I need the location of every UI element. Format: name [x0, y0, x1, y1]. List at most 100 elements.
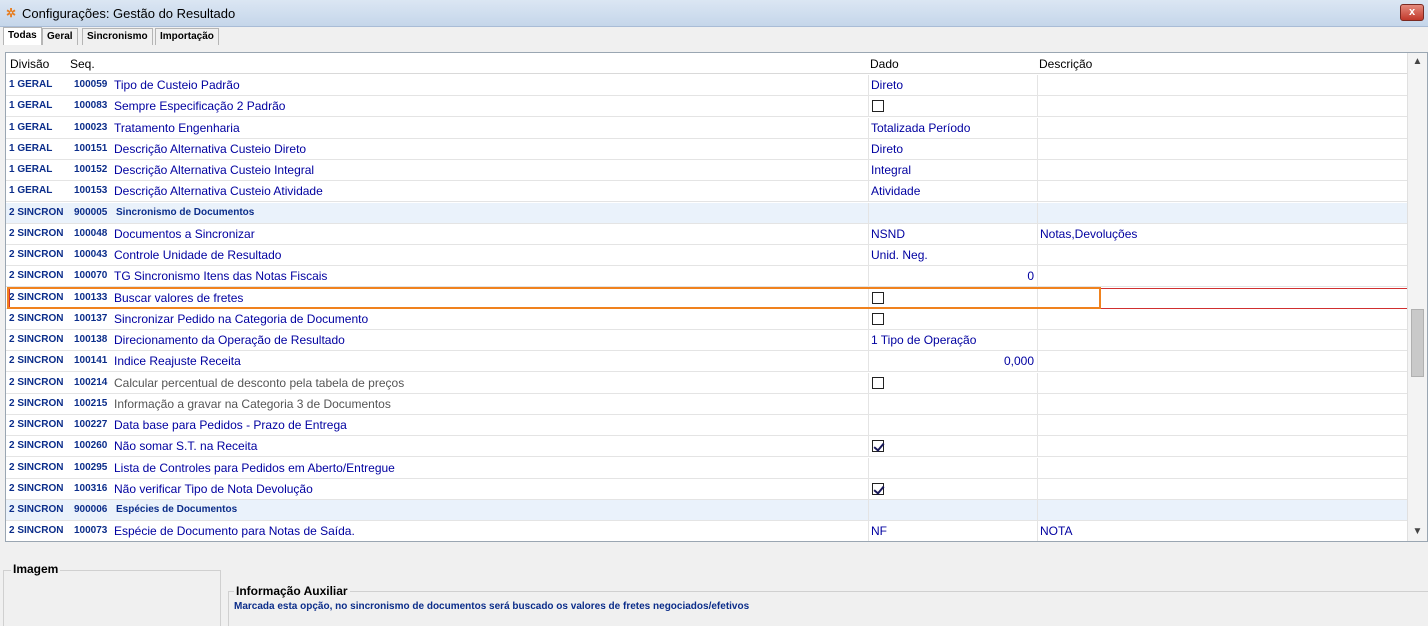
table-row[interactable]: 2 SINCRON 100073 Espécie de Documento para…	[6, 521, 1408, 541]
table-row[interactable]: 2 SINCRON 100260 Não somar S.T. na Receita	[6, 436, 1408, 457]
cell-dado[interactable]	[868, 288, 1037, 309]
cell-descricao2	[1037, 203, 1408, 224]
vertical-scrollbar[interactable]: ▲ ▼	[1407, 53, 1427, 541]
cell-dado[interactable]	[868, 96, 1037, 117]
tab-bar: Todas Geral Sincronismo Importação	[0, 27, 1428, 45]
tab-sincronismo[interactable]: Sincronismo	[82, 28, 153, 45]
table-row[interactable]: 2 SINCRON 100070 TG Sincronismo Itens das …	[6, 266, 1408, 287]
tab-importacao[interactable]: Importação	[155, 28, 219, 45]
cell-descricao: Tipo de Custeio Padrão	[114, 78, 240, 92]
dado-checkbox[interactable]	[872, 100, 884, 112]
cell-divisao: 2 SINCRON	[9, 292, 64, 303]
settings-grid: Divisão Seq. Dado Descrição 1 GERAL 10005…	[5, 52, 1428, 542]
close-button[interactable]: x	[1400, 4, 1424, 21]
table-row[interactable]: 2 SINCRON 100043 Controle Unidade de Resul…	[6, 245, 1408, 266]
cell-seq: 100073	[74, 525, 108, 536]
table-row[interactable]: 2 SINCRON 100048 Documentos a Sincronizar N…	[6, 224, 1408, 245]
tab-todas[interactable]: Todas	[3, 27, 42, 45]
header-seq[interactable]: Seq.	[70, 57, 95, 71]
group-row[interactable]: 2 SINCRON 900006 Espécies de Documentos	[6, 500, 1408, 521]
cell-dado[interactable]: Unid. Neg.	[868, 245, 1037, 266]
cell-divisao: 2 SINCRON	[9, 483, 64, 494]
cell-dado[interactable]: 0,000	[868, 351, 1037, 372]
header-dado[interactable]: Dado	[870, 57, 899, 71]
dado-checkbox[interactable]	[872, 440, 884, 452]
cell-descricao2	[1037, 373, 1408, 394]
app-icon: ✲	[5, 6, 17, 20]
info-label: Informação Auxiliar	[234, 584, 350, 598]
table-row[interactable]: 2 SINCRON 100316 Não verificar Tipo de Not…	[6, 479, 1408, 500]
cell-dado[interactable]	[868, 500, 1037, 521]
header-divisao[interactable]: Divisão	[10, 57, 49, 71]
dado-checkbox[interactable]	[872, 377, 884, 389]
cell-dado[interactable]: Atividade	[868, 181, 1037, 202]
cell-seq: 100215	[74, 398, 108, 409]
tab-geral[interactable]: Geral	[42, 28, 78, 45]
cell-divisao: 2 SINCRON	[9, 440, 64, 451]
cell-dado[interactable]	[868, 436, 1037, 457]
cell-dado[interactable]: Direto	[868, 139, 1037, 160]
cell-dado[interactable]: 0	[868, 266, 1037, 287]
group-row[interactable]: 2 SINCRON 900005 Sincronismo de Documentos	[6, 203, 1408, 224]
cell-seq: 100316	[74, 483, 108, 494]
cell-seq: 100152	[74, 164, 108, 175]
cell-dado[interactable]	[868, 479, 1037, 500]
cell-descricao2	[1037, 458, 1408, 479]
dado-checkbox[interactable]	[872, 292, 884, 304]
cell-seq: 100133	[74, 292, 108, 303]
cell-descricao: TG Sincronismo Itens das Notas Fiscais	[114, 269, 328, 283]
cell-dado[interactable]	[868, 309, 1037, 330]
table-row[interactable]: 2 SINCRON 100295 Lista de Controles para P…	[6, 458, 1408, 479]
cell-descricao2	[1037, 394, 1408, 415]
cell-divisao: 1 GERAL	[9, 164, 53, 175]
cell-descricao: Calcular percentual de desconto pela tab…	[114, 376, 405, 390]
cell-dado[interactable]: Direto	[868, 75, 1037, 96]
table-row[interactable]: 2 SINCRON 100214 Calcular percentual de de…	[6, 373, 1408, 394]
table-row[interactable]: 2 SINCRON 100141 Indice Reajuste Receita 0,…	[6, 351, 1408, 372]
cell-descricao2	[1037, 288, 1408, 309]
cell-dado[interactable]: Totalizada Período	[868, 118, 1037, 139]
cell-descricao2: NOTA	[1037, 521, 1408, 541]
scroll-thumb[interactable]	[1411, 309, 1424, 377]
cell-seq: 100070	[74, 270, 108, 281]
table-row[interactable]: 1 GERAL 100059 Tipo de Custeio Padrão Diret…	[6, 75, 1408, 96]
cell-dado[interactable]: NF	[868, 521, 1037, 541]
cell-divisao: 2 SINCRON	[9, 249, 64, 260]
table-row[interactable]: 1 GERAL 100151 Descrição Alternativa Custe…	[6, 139, 1408, 160]
dado-checkbox[interactable]	[872, 483, 884, 495]
cell-descricao: Descrição Alternativa Custeio Direto	[114, 142, 307, 156]
grid-header: Divisão Seq. Dado Descrição	[6, 53, 1408, 74]
table-row[interactable]: 1 GERAL 100153 Descrição Alternativa Custe…	[6, 181, 1408, 202]
cell-dado[interactable]	[868, 203, 1037, 224]
cell-dado[interactable]: 1 Tipo de Operação	[868, 330, 1037, 351]
table-row[interactable]: 2 SINCRON 100215 Informação a gravar na Ca…	[6, 394, 1408, 415]
table-row[interactable]: 1 GERAL 100083 Sempre Especificação 2 Padr…	[6, 96, 1408, 117]
cell-divisao: 2 SINCRON	[9, 419, 64, 430]
table-row[interactable]: 1 GERAL 100023 Tratamento Engenharia Totali…	[6, 118, 1408, 139]
cell-seq: 100151	[74, 143, 108, 154]
cell-descricao2	[1037, 479, 1408, 500]
cell-seq: 900005	[74, 207, 108, 218]
cell-descricao: Não verificar Tipo de Nota Devolução	[114, 482, 313, 496]
table-row[interactable]: 2 SINCRON 100137 Sincronizar Pedido na Cat…	[6, 309, 1408, 330]
cell-divisao: 2 SINCRON	[9, 398, 64, 409]
cell-descricao: Descrição Alternativa Custeio Atividade	[114, 184, 323, 198]
table-row[interactable]: 1 GERAL 100152 Descrição Alternativa Custe…	[6, 160, 1408, 181]
cell-dado[interactable]	[868, 415, 1037, 436]
cell-dado[interactable]	[868, 394, 1037, 415]
cell-descricao2	[1037, 330, 1408, 351]
header-descricao2[interactable]: Descrição	[1039, 57, 1092, 71]
cell-dado[interactable]: Integral	[868, 160, 1037, 181]
cell-dado[interactable]	[868, 373, 1037, 394]
table-row[interactable]: 2 SINCRON 100133 Buscar valores de fretes	[6, 288, 1408, 309]
cell-dado[interactable]: NSND	[868, 224, 1037, 245]
scroll-up-icon[interactable]: ▲	[1408, 53, 1427, 71]
cell-descricao: Espécie de Documento para Notas de Saída…	[114, 524, 355, 538]
cell-descricao: Tratamento Engenharia	[114, 121, 240, 135]
table-row[interactable]: 2 SINCRON 100138 Direcionamento da Operaçã…	[6, 330, 1408, 351]
dado-checkbox[interactable]	[872, 313, 884, 325]
cell-dado[interactable]	[868, 458, 1037, 479]
cell-descricao: Lista de Controles para Pedidos em Abert…	[114, 461, 395, 475]
scroll-down-icon[interactable]: ▼	[1408, 523, 1427, 541]
table-row[interactable]: 2 SINCRON 100227 Data base para Pedidos - …	[6, 415, 1408, 436]
